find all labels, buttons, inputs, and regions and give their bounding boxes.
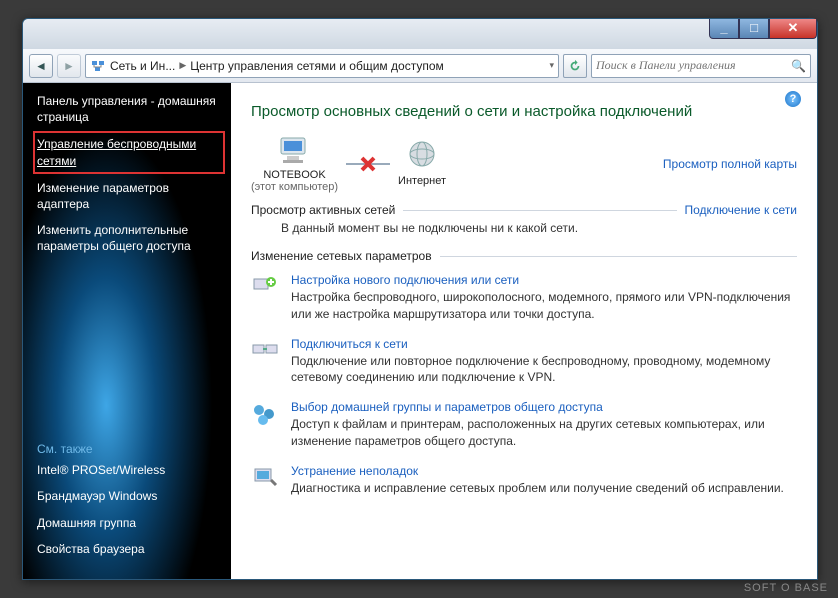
sidebar-item-adapter[interactable]: Изменение параметров адаптера: [37, 180, 221, 212]
connect-icon: [251, 337, 279, 365]
sidebar-item-wireless[interactable]: Управление беспроводными сетями: [37, 135, 221, 169]
troubleshoot-icon: [251, 464, 279, 492]
item-homegroup-title[interactable]: Выбор домашней группы и параметров общег…: [291, 400, 797, 414]
node-pc-sublabel: (этот компьютер): [251, 181, 338, 193]
item-troubleshoot: Устранение неполадок Диагностика и испра…: [251, 464, 797, 497]
see-also-header: См. также: [37, 442, 221, 456]
item-new-connection-title[interactable]: Настройка нового подключения или сети: [291, 273, 797, 287]
sidebar-home-link[interactable]: Панель управления - домашняя страница: [37, 93, 221, 125]
help-icon[interactable]: ?: [785, 91, 801, 107]
item-connect-title[interactable]: Подключиться к сети: [291, 337, 797, 351]
item-connect: Подключиться к сети Подключение или повт…: [251, 337, 797, 387]
new-connection-icon: [251, 273, 279, 301]
search-icon: 🔍: [791, 59, 806, 73]
breadcrumb-seg-1[interactable]: Сеть и Ин...: [110, 59, 175, 73]
maximize-button[interactable]: □: [739, 19, 769, 39]
homegroup-icon: [251, 400, 279, 428]
globe-icon: [404, 140, 440, 172]
node-net-label: Интернет: [398, 175, 446, 187]
toolbar: ◄ ► Сеть и Ин... ▶ Центр управления сетя…: [23, 49, 817, 83]
item-troubleshoot-title[interactable]: Устранение неполадок: [291, 464, 784, 478]
see-also-homegroup[interactable]: Домашняя группа: [37, 515, 221, 531]
node-this-pc: NOTEBOOK (этот компьютер): [251, 134, 338, 193]
title-bar[interactable]: _ □ ✕: [23, 19, 817, 49]
minimize-button[interactable]: _: [709, 19, 739, 39]
sidebar: Панель управления - домашняя страница Уп…: [23, 83, 231, 579]
dropdown-icon[interactable]: ▾: [549, 60, 554, 71]
item-homegroup: Выбор домашней группы и параметров общег…: [251, 400, 797, 450]
page-title: Просмотр основных сведений о сети и наст…: [251, 103, 797, 120]
search-input[interactable]: [596, 58, 791, 73]
forward-button[interactable]: ►: [57, 54, 81, 78]
refresh-button[interactable]: [563, 54, 587, 78]
see-also-intel[interactable]: Intel® PROSet/Wireless: [37, 462, 221, 478]
close-button[interactable]: ✕: [769, 19, 817, 39]
sidebar-item-sharing[interactable]: Изменить дополнительные параметры общего…: [37, 222, 221, 254]
search-box[interactable]: 🔍: [591, 54, 811, 78]
active-networks-header: Просмотр активных сетей Подключение к се…: [251, 203, 797, 217]
content-area: ? Просмотр основных сведений о сети и на…: [231, 83, 817, 579]
item-new-connection: Настройка нового подключения или сети На…: [251, 273, 797, 323]
node-internet: Интернет: [398, 140, 446, 187]
see-also-section: См. также Intel® PROSet/Wireless Брандма…: [37, 442, 221, 567]
address-bar[interactable]: Сеть и Ин... ▶ Центр управления сетями и…: [85, 54, 559, 78]
item-homegroup-desc: Доступ к файлам и принтерам, расположенн…: [291, 416, 797, 450]
connection-broken-icon: [346, 154, 390, 174]
view-full-map-link[interactable]: Просмотр полной карты: [663, 157, 797, 171]
network-map-row: NOTEBOOK (этот компьютер) Интернет Просм…: [251, 134, 797, 193]
connect-to-network-link[interactable]: Подключение к сети: [685, 203, 797, 217]
breadcrumb-seg-2[interactable]: Центр управления сетями и общим доступом: [190, 59, 444, 73]
see-also-firewall[interactable]: Брандмауэр Windows: [37, 488, 221, 504]
watermark: SOFT O BASE: [744, 582, 828, 594]
computer-icon: [275, 134, 315, 166]
control-panel-window: _ □ ✕ ◄ ► Сеть и Ин... ▶ Центр управлени…: [22, 18, 818, 580]
node-pc-label: NOTEBOOK: [251, 169, 338, 181]
network-icon: [90, 58, 106, 74]
change-settings-header: Изменение сетевых параметров: [251, 249, 797, 263]
back-button[interactable]: ◄: [29, 54, 53, 78]
item-connect-desc: Подключение или повторное подключение к …: [291, 353, 797, 387]
chevron-right-icon: ▶: [179, 60, 186, 71]
item-troubleshoot-desc: Диагностика и исправление сетевых пробле…: [291, 480, 784, 497]
item-new-connection-desc: Настройка беспроводного, широкополосного…: [291, 289, 797, 323]
active-networks-message: В данный момент вы не подключены ни к ка…: [281, 221, 797, 235]
see-also-browser[interactable]: Свойства браузера: [37, 541, 221, 557]
